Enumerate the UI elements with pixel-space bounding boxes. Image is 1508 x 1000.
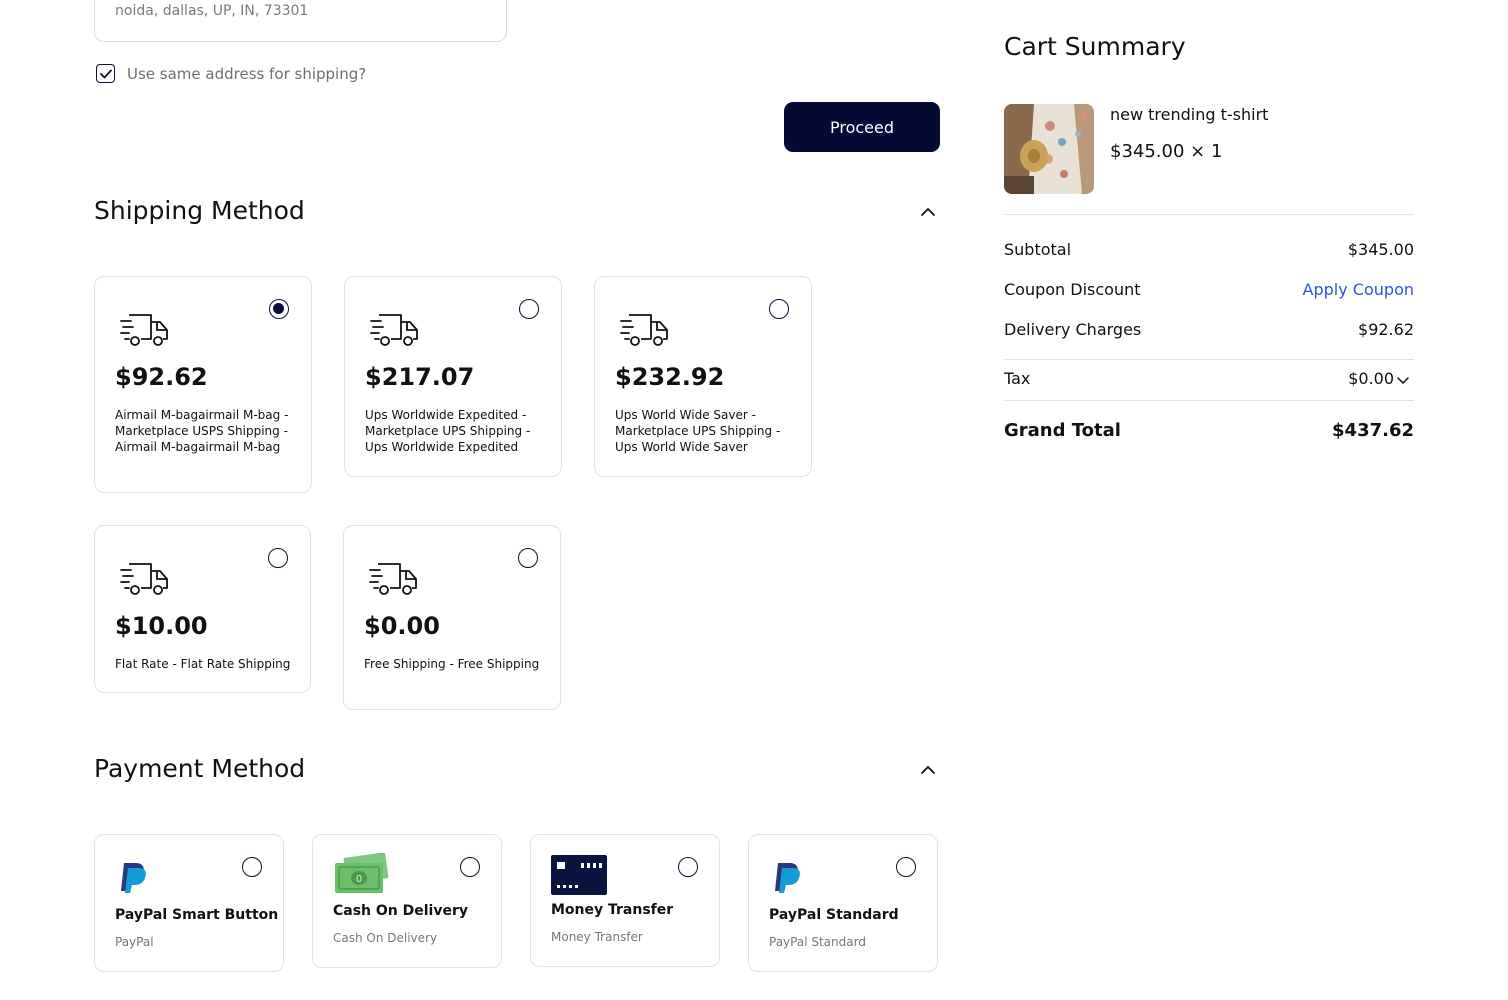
shipping-description: Ups Worldwide Expedited - Marketplace UP… xyxy=(365,408,531,454)
cart-summary-title: Cart Summary xyxy=(1004,32,1186,61)
product-name[interactable]: new trending t-shirt xyxy=(1110,105,1268,124)
payment-radio[interactable] xyxy=(242,857,262,877)
svg-text:0: 0 xyxy=(356,874,362,885)
shipping-price: $92.62 xyxy=(115,363,208,391)
apply-coupon-link[interactable]: Apply Coupon xyxy=(1303,280,1414,299)
payment-option-paypal-standard[interactable]: PayPal Standard PayPal Standard xyxy=(748,834,938,972)
payment-subtitle: Cash On Delivery xyxy=(333,931,438,945)
payment-radio[interactable] xyxy=(896,857,916,877)
delivery-value: $92.62 xyxy=(1358,320,1414,339)
subtotal-label: Subtotal xyxy=(1004,240,1072,259)
shipping-radio[interactable] xyxy=(519,299,539,319)
payment-subtitle: PayPal Standard xyxy=(769,935,866,949)
payment-subtitle: Money Transfer xyxy=(551,930,643,944)
shipping-price: $217.07 xyxy=(365,363,475,391)
payment-option-cash-on-delivery[interactable]: 0 Cash On Delivery Cash On Delivery xyxy=(312,834,502,968)
payment-radio[interactable] xyxy=(460,857,480,877)
payment-name: Money Transfer xyxy=(551,902,674,918)
shipping-radio[interactable] xyxy=(518,548,538,568)
truck-icon xyxy=(370,314,418,346)
shipping-option-card[interactable]: $10.00 Flat Rate - Flat Rate Shipping xyxy=(94,525,311,693)
paypal-icon xyxy=(121,863,146,893)
shipping-option-card[interactable]: $0.00 Free Shipping - Free Shipping xyxy=(343,525,561,710)
divider xyxy=(1004,359,1414,360)
same-address-checkbox[interactable] xyxy=(96,64,115,83)
grand-total-label: Grand Total xyxy=(1004,420,1121,441)
shipping-description: Ups World Wide Saver - Marketplace UPS S… xyxy=(615,408,781,454)
tax-value[interactable]: $0.00 xyxy=(1348,369,1394,388)
shipping-radio[interactable] xyxy=(769,299,789,319)
shipping-price: $0.00 xyxy=(364,612,440,640)
product-image xyxy=(1004,104,1094,194)
shipping-option-card[interactable]: $232.92 Ups World Wide Saver - Marketplac… xyxy=(594,276,812,477)
payment-option-money-transfer[interactable]: Money Transfer Money Transfer xyxy=(530,834,720,967)
truck-icon xyxy=(620,314,668,346)
product-price-quantity: $345.00 × 1 xyxy=(1110,141,1223,162)
shipping-price: $232.92 xyxy=(615,363,725,391)
same-address-label: Use same address for shipping? xyxy=(127,64,367,83)
payment-method-title: Payment Method xyxy=(94,754,306,783)
shipping-description: Free Shipping - Free Shipping xyxy=(364,657,540,671)
shipping-method-title: Shipping Method xyxy=(94,196,305,225)
cash-icon: 0 xyxy=(335,853,389,893)
truck-icon xyxy=(120,314,168,346)
proceed-button[interactable]: Proceed xyxy=(784,102,940,152)
shipping-description: Flat Rate - Flat Rate Shipping xyxy=(115,657,291,671)
subtotal-value: $345.00 xyxy=(1347,240,1414,259)
billing-address-field[interactable]: noida, dallas, UP, IN, 73301 xyxy=(94,0,507,42)
chevron-down-icon[interactable] xyxy=(1396,373,1410,387)
truck-icon xyxy=(369,563,417,595)
paypal-icon xyxy=(775,863,800,893)
shipping-radio[interactable] xyxy=(268,548,288,568)
payment-option-paypal-smart[interactable]: PayPal Smart Button PayPal xyxy=(94,834,284,972)
divider xyxy=(1004,400,1414,401)
payment-radio[interactable] xyxy=(678,857,698,877)
payment-name: PayPal Standard xyxy=(769,907,899,923)
shipping-option-card[interactable]: $92.62 Airmail M-bagairmail M-bag - Marke… xyxy=(94,276,312,493)
truck-icon xyxy=(120,563,168,595)
product-thumbnail[interactable] xyxy=(1004,104,1094,194)
grand-total-value: $437.62 xyxy=(1332,420,1414,441)
checkmark-icon xyxy=(99,69,112,78)
shipping-description: Airmail M-bagairmail M-bag - Marketplace… xyxy=(115,408,289,454)
card-icon xyxy=(551,855,607,895)
delivery-label: Delivery Charges xyxy=(1004,320,1142,339)
payment-name: Cash On Delivery xyxy=(333,903,469,919)
divider xyxy=(1004,214,1414,215)
shipping-radio[interactable] xyxy=(269,299,289,319)
payment-subtitle: PayPal xyxy=(115,935,154,949)
shipping-option-card[interactable]: $217.07 Ups Worldwide Expedited - Marketp… xyxy=(344,276,562,477)
same-address-option[interactable]: Use same address for shipping? xyxy=(96,64,366,83)
chevron-up-icon[interactable] xyxy=(916,758,940,782)
coupon-label: Coupon Discount xyxy=(1004,280,1141,299)
tax-label: Tax xyxy=(1004,369,1031,388)
billing-address-value: noida, dallas, UP, IN, 73301 xyxy=(115,3,309,19)
shipping-price: $10.00 xyxy=(115,612,208,640)
payment-name: PayPal Smart Button xyxy=(115,907,279,923)
chevron-up-icon[interactable] xyxy=(916,200,940,224)
